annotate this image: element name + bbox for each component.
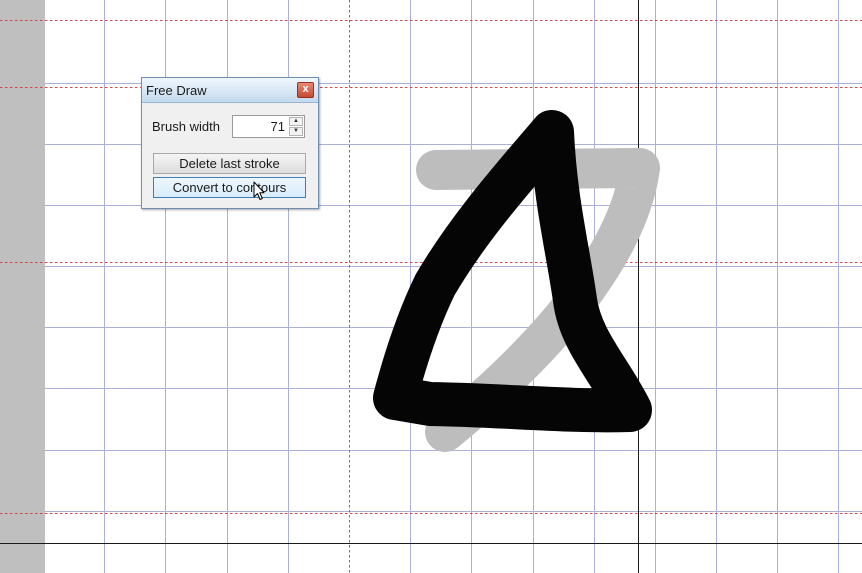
close-button[interactable]: x [297,82,314,98]
canvas-strokes [373,110,660,452]
convert-to-contours-button[interactable]: Convert to contours [153,177,306,198]
mouse-pointer-icon [253,181,265,200]
brush-width-stepper[interactable]: 71 ▲ ▼ [232,115,305,138]
free-draw-panel[interactable]: Free Draw x Brush width 71 ▲ ▼ Delete la… [141,77,319,209]
close-icon: x [302,83,309,95]
delete-last-stroke-button[interactable]: Delete last stroke [153,153,306,174]
brush-width-value[interactable]: 71 [271,119,285,134]
spin-down-button[interactable]: ▼ [289,127,303,136]
brush-width-label: Brush width [152,119,220,134]
chevron-down-icon: ▼ [293,128,299,134]
spin-up-button[interactable]: ▲ [289,117,303,126]
panel-title: Free Draw [146,83,207,98]
drawing-canvas[interactable]: Free Draw x Brush width 71 ▲ ▼ Delete la… [0,0,862,573]
panel-titlebar[interactable]: Free Draw x [142,78,318,103]
chevron-up-icon: ▲ [293,118,299,124]
